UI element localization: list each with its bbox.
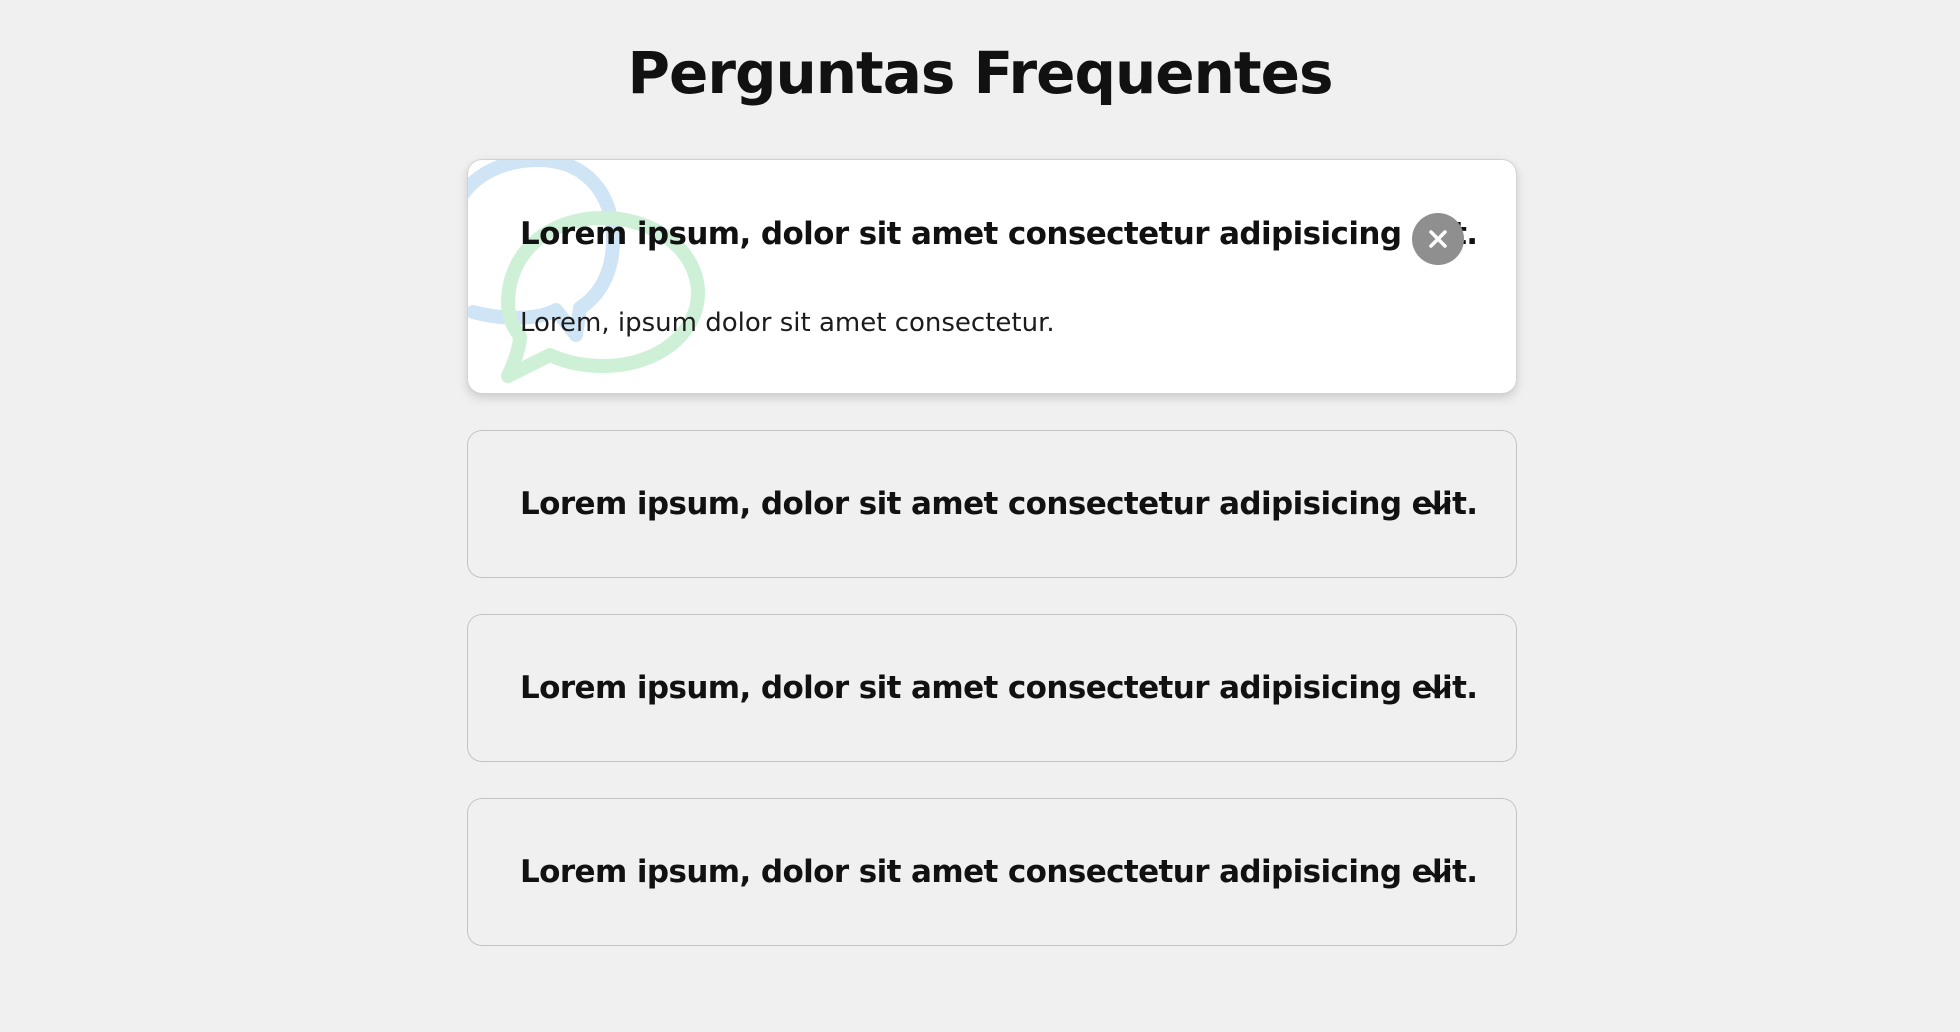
faq-question: Lorem ipsum, dolor sit amet consectetur … (520, 854, 1478, 890)
chevron-down-icon (1425, 683, 1451, 697)
chat-bubbles-icon (468, 160, 705, 383)
chevron-down-icon (1425, 867, 1451, 881)
faq-answer: Lorem, ipsum dolor sit amet consectetur. (520, 308, 1055, 338)
page-title: Perguntas Frequentes (627, 39, 1334, 107)
expand-button[interactable] (1412, 664, 1464, 716)
faq-question: Lorem ipsum, dolor sit amet consectetur … (520, 670, 1478, 706)
faq-item[interactable]: Lorem ipsum, dolor sit amet consectetur … (467, 159, 1517, 394)
faq-item[interactable]: Lorem ipsum, dolor sit amet consectetur … (467, 798, 1517, 946)
faq-question: Lorem ipsum, dolor sit amet consectetur … (520, 216, 1478, 252)
chevron-down-icon (1425, 499, 1451, 513)
faq-item[interactable]: Lorem ipsum, dolor sit amet consectetur … (467, 614, 1517, 762)
expand-button[interactable] (1412, 480, 1464, 532)
expand-button[interactable] (1412, 848, 1464, 900)
close-icon (1429, 230, 1447, 248)
faq-question: Lorem ipsum, dolor sit amet consectetur … (520, 486, 1478, 522)
faq-list: Lorem ipsum, dolor sit amet consectetur … (467, 159, 1517, 946)
faq-item[interactable]: Lorem ipsum, dolor sit amet consectetur … (467, 430, 1517, 578)
close-button[interactable] (1412, 213, 1464, 265)
